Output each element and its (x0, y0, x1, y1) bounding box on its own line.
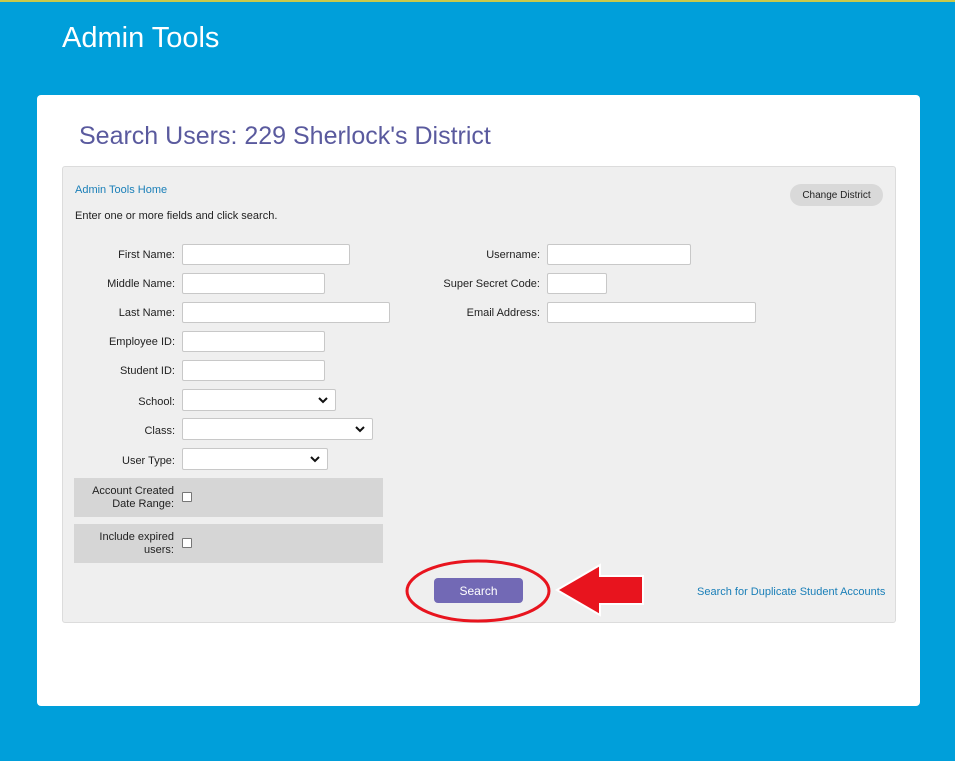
include-expired-checkbox[interactable] (182, 538, 192, 548)
school-label: School: (138, 396, 175, 408)
main-card: Search Users: 229 Sherlock's District Ad… (37, 95, 920, 706)
middle-name-input[interactable] (182, 273, 325, 294)
username-label: Username: (486, 249, 540, 261)
username-input[interactable] (547, 244, 691, 265)
include-expired-label-line2: users: (144, 544, 174, 556)
super-secret-code-input[interactable] (547, 273, 607, 294)
top-accent-line (0, 0, 955, 2)
app-title: Admin Tools (62, 22, 220, 54)
last-name-input[interactable] (182, 302, 390, 323)
school-select[interactable] (182, 389, 336, 411)
employee-id-label: Employee ID: (108, 336, 175, 348)
change-district-button[interactable]: Change District (790, 184, 883, 206)
account-created-row: Account Created Date Range: (74, 478, 383, 517)
include-expired-label: Include expired users: (99, 531, 174, 557)
chevron-down-icon (318, 397, 328, 404)
middle-name-label: Middle Name: (107, 278, 175, 290)
email-address-label: Email Address: (466, 307, 540, 319)
include-expired-row: Include expired users: (74, 524, 383, 563)
super-secret-code-label: Super Secret Code: (443, 278, 540, 290)
chevron-down-icon (355, 426, 365, 433)
page-title: Search Users: 229 Sherlock's District (79, 122, 491, 150)
search-button[interactable]: Search (434, 578, 523, 603)
class-label: Class: (144, 425, 175, 437)
duplicate-student-accounts-link[interactable]: Search for Duplicate Student Accounts (697, 586, 885, 598)
admin-tools-home-link[interactable]: Admin Tools Home (75, 184, 167, 196)
email-address-input[interactable] (547, 302, 756, 323)
account-created-label-line2: Date Range: (112, 498, 174, 510)
class-select[interactable] (182, 418, 373, 440)
instructions-text: Enter one or more fields and click searc… (75, 210, 278, 222)
account-created-label-line1: Account Created (92, 485, 174, 497)
search-form-panel: Admin Tools Home Enter one or more field… (62, 166, 896, 623)
first-name-input[interactable] (182, 244, 350, 265)
user-type-select[interactable] (182, 448, 328, 470)
account-created-checkbox[interactable] (182, 492, 192, 502)
last-name-label: Last Name: (118, 307, 175, 319)
account-created-label: Account Created Date Range: (92, 485, 174, 511)
user-type-label: User Type: (122, 455, 175, 467)
chevron-down-icon (310, 456, 320, 463)
student-id-input[interactable] (182, 360, 325, 381)
include-expired-label-line1: Include expired (99, 531, 174, 543)
employee-id-input[interactable] (182, 331, 325, 352)
first-name-label: First Name: (118, 249, 175, 261)
student-id-label: Student ID: (119, 365, 175, 377)
